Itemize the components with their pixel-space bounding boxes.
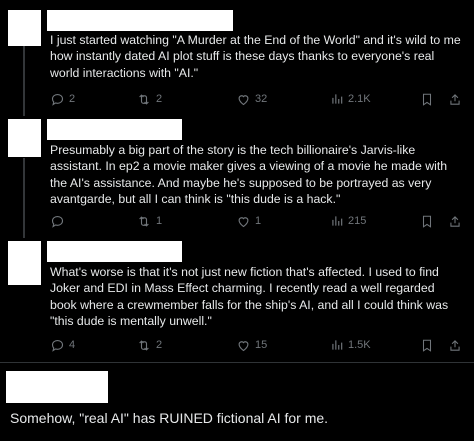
tweet-text: What's worse is that it's not just new f…	[50, 265, 449, 328]
tweet-2[interactable]: Presumably a big part of the story is th…	[0, 114, 474, 236]
views-button[interactable]: 215	[330, 212, 366, 230]
tweet-actions: 2 2 32 2.1K	[50, 90, 464, 108]
like-button[interactable]: 1	[236, 212, 261, 230]
author-name[interactable]	[47, 10, 233, 31]
bookmark-button[interactable]	[420, 90, 434, 108]
repost-count: 2	[156, 93, 163, 105]
reply-count: 4	[69, 339, 76, 351]
like-count: 32	[255, 93, 268, 105]
repost-count: 1	[156, 215, 163, 227]
like-button[interactable]: 15	[236, 336, 267, 354]
tweet-actions: 1 1 215	[50, 212, 464, 230]
tweet-text: I just started watching "A Murder at the…	[50, 33, 461, 80]
repost-button[interactable]: 2	[136, 336, 162, 354]
like-button[interactable]: 32	[236, 90, 267, 108]
bookmark-button[interactable]	[420, 336, 434, 354]
tweet-3[interactable]: What's worse is that it's not just new f…	[0, 236, 474, 360]
bookmark-icon	[422, 215, 432, 228]
heart-icon	[238, 340, 249, 351]
repost-icon	[139, 339, 149, 351]
views-button[interactable]: 1.5K	[330, 336, 371, 354]
views-button[interactable]: 2.1K	[330, 90, 371, 108]
repost-button[interactable]: 1	[136, 212, 162, 230]
repost-icon	[139, 93, 149, 105]
share-button[interactable]	[448, 212, 462, 230]
author-name[interactable]	[47, 241, 182, 262]
tweet-text: Presumably a big part of the story is th…	[50, 143, 448, 206]
views-count: 215	[348, 215, 367, 227]
share-button[interactable]	[448, 90, 462, 108]
like-count: 1	[255, 215, 262, 227]
share-button[interactable]	[448, 336, 462, 354]
tweet-actions: 4 2 15 1.5K	[50, 336, 464, 354]
avatar[interactable]	[8, 241, 41, 285]
avatar[interactable]	[8, 119, 41, 157]
reply-icon	[51, 93, 64, 106]
repost-button[interactable]: 2	[136, 90, 162, 108]
reply-button[interactable]: 4	[50, 336, 75, 354]
bookmark-icon	[422, 93, 432, 106]
views-icon	[332, 216, 343, 226]
final-comment: Somehow, "real AI" has RUINED fictional …	[10, 410, 329, 426]
repost-count: 2	[156, 339, 163, 351]
reply-button[interactable]: 2	[50, 90, 75, 108]
divider	[0, 362, 474, 363]
heart-icon	[238, 94, 249, 105]
bookmark-button[interactable]	[420, 212, 434, 230]
reply-icon	[51, 339, 64, 352]
share-icon	[450, 339, 460, 351]
reply-icon	[51, 215, 64, 228]
like-count: 15	[255, 339, 268, 351]
tweet-1[interactable]: I just started watching "A Murder at the…	[0, 0, 474, 114]
views-count: 2.1K	[348, 93, 371, 105]
repost-icon	[139, 215, 149, 227]
share-icon	[450, 215, 460, 227]
views-icon	[332, 340, 343, 350]
author-name[interactable]	[47, 119, 182, 140]
share-icon	[450, 93, 460, 105]
reply-button[interactable]	[50, 212, 69, 230]
views-count: 1.5K	[348, 339, 371, 351]
views-icon	[332, 94, 343, 104]
redacted-username	[6, 371, 108, 403]
reply-count: 2	[69, 93, 76, 105]
heart-icon	[238, 216, 249, 227]
bookmark-icon	[422, 339, 432, 352]
avatar[interactable]	[8, 10, 41, 46]
